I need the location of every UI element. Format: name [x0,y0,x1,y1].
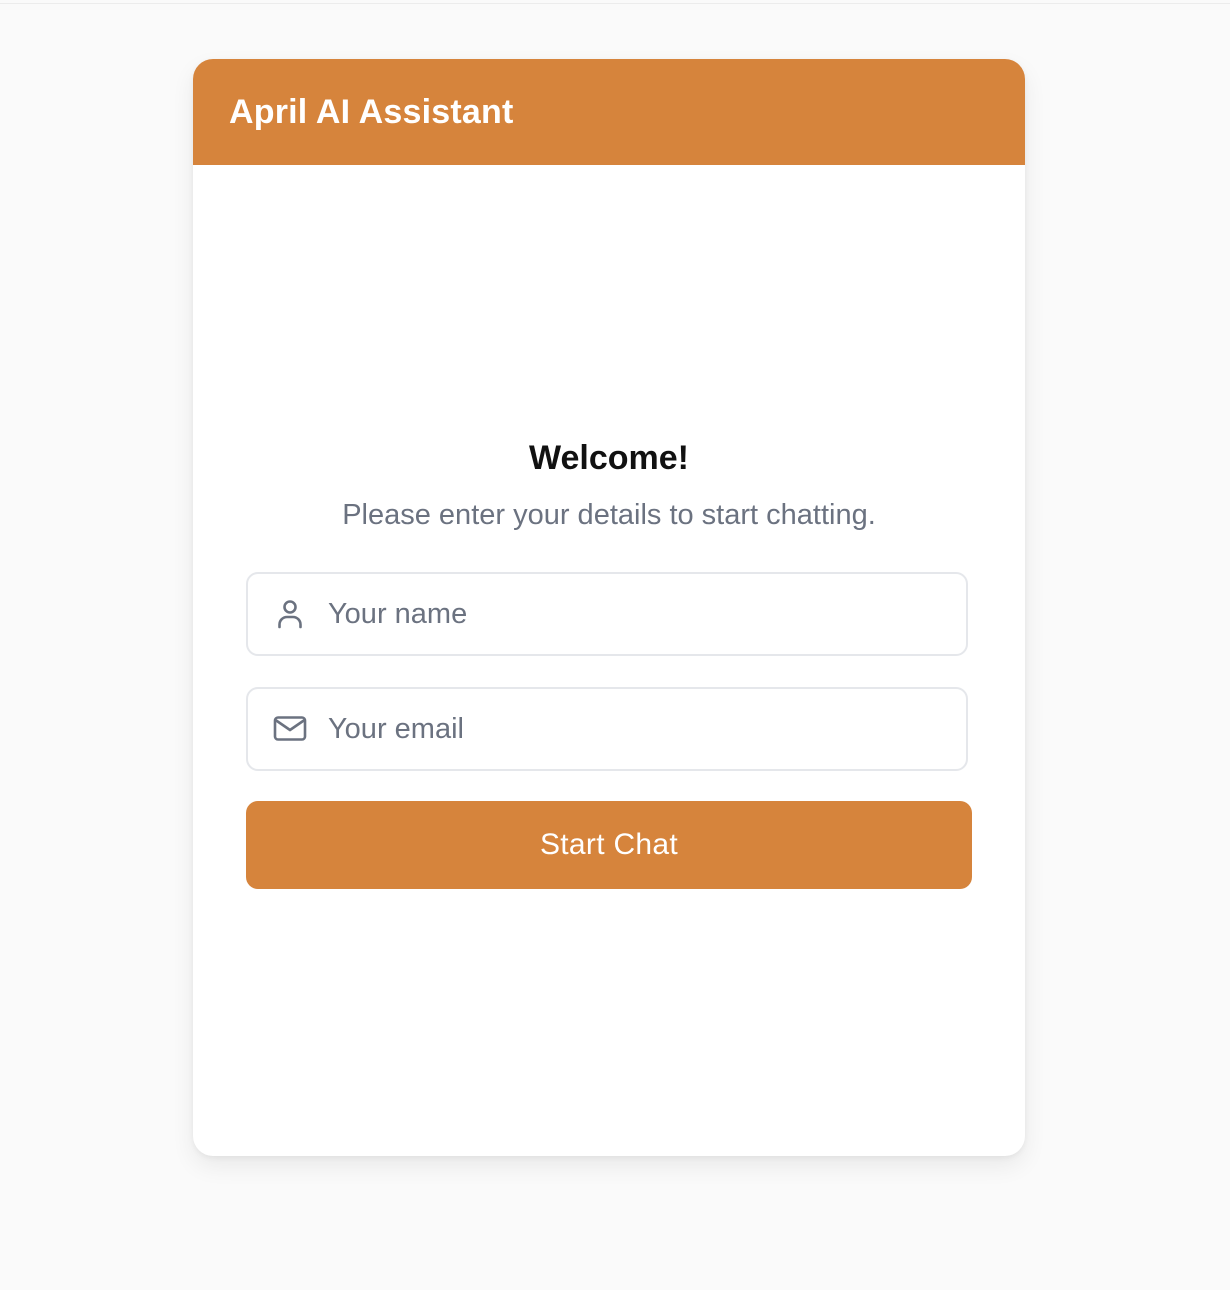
email-field[interactable] [246,687,968,771]
top-divider [0,3,1230,4]
card-header: April AI Assistant [193,59,1025,165]
mail-icon [272,711,308,747]
welcome-subtitle: Please enter your details to start chatt… [342,499,876,531]
welcome-title: Welcome! [529,439,689,477]
name-input[interactable] [328,574,948,654]
start-chat-button[interactable]: Start Chat [246,801,972,889]
email-input[interactable] [328,689,948,769]
name-field[interactable] [246,572,968,656]
app-title: April AI Assistant [229,93,514,131]
user-icon [272,596,308,632]
chat-card: April AI Assistant Welcome! Please enter… [193,59,1025,1156]
